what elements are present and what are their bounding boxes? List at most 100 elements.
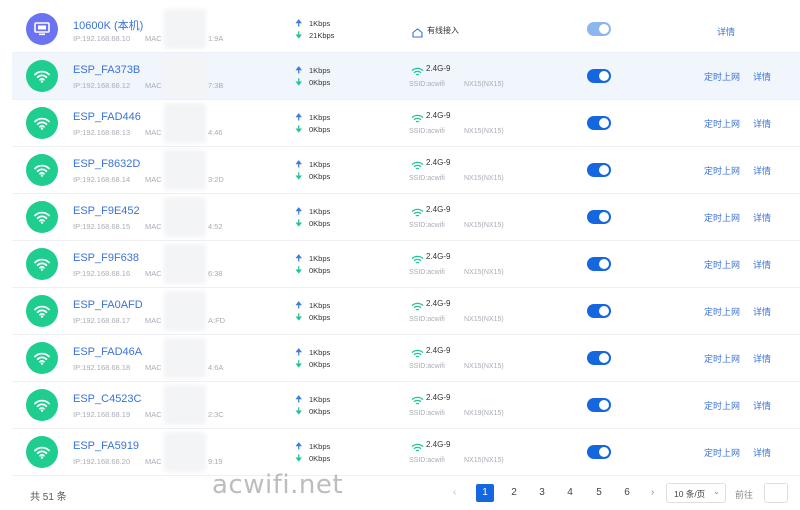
detail-link[interactable]: 详情 <box>753 70 771 83</box>
network-access-toggle[interactable] <box>587 304 611 318</box>
device-name[interactable]: ESP_F9F638 <box>73 252 139 264</box>
download-speed: 21Kbps <box>309 31 335 40</box>
chevron-down-icon: ⌄ <box>713 487 720 496</box>
device-ip: IP:192.168.68.18 <box>73 363 131 372</box>
device-name[interactable]: ESP_FA373B <box>73 64 140 76</box>
wifi-band: 2.4G-9 <box>426 299 451 308</box>
detail-link[interactable]: 详情 <box>753 352 771 365</box>
next-page-button[interactable]: › <box>651 487 654 498</box>
detail-link[interactable]: 详情 <box>753 164 771 177</box>
arrow-down-icon: 🠋 <box>295 124 303 134</box>
device-name[interactable]: ESP_F9E452 <box>73 205 140 217</box>
mac-redaction <box>164 103 206 143</box>
upload-speed: 1Kbps <box>309 442 331 451</box>
device-name[interactable]: ESP_FA0AFD <box>73 299 143 311</box>
device-row: ESP_F9F638 IP:192.168.68.16 MAC 6:38 🠉 1Kbps 🠋… <box>12 241 800 288</box>
device-ip: IP:192.168.68.17 <box>73 316 131 325</box>
detail-link[interactable]: 详情 <box>753 305 771 318</box>
schedule-link[interactable]: 定时上网 <box>704 446 740 459</box>
mac-suffix: 9:19 <box>208 457 223 466</box>
page-6-button[interactable]: 6 <box>618 484 636 502</box>
wifi-band: 2.4G-9 <box>426 111 451 120</box>
toggle-knob <box>599 165 609 175</box>
device-row: ESP_FAD446 IP:192.168.68.13 MAC 4:46 🠉 1Kbps 🠋… <box>12 100 800 147</box>
arrow-down-icon: 🠋 <box>295 312 303 322</box>
toggle-knob <box>599 24 609 34</box>
detail-link[interactable]: 详情 <box>753 399 771 412</box>
device-name[interactable]: ESP_FAD46A <box>73 346 142 358</box>
device-name[interactable]: ESP_F8632D <box>73 158 140 170</box>
detail-link[interactable]: 详情 <box>753 258 771 271</box>
mac-suffix: A:FD <box>208 316 226 325</box>
schedule-link[interactable]: 定时上网 <box>704 305 740 318</box>
mac-redaction <box>164 9 206 49</box>
network-access-toggle[interactable] <box>587 22 611 36</box>
toggle-knob <box>599 353 609 363</box>
mac-suffix: 7:3B <box>208 81 224 90</box>
network-access-toggle[interactable] <box>587 210 611 224</box>
upload-speed: 1Kbps <box>309 66 331 75</box>
network-access-toggle[interactable] <box>587 163 611 177</box>
wifi-signal-icon <box>411 205 424 223</box>
device-ip: IP:192.168.68.10 <box>73 34 131 43</box>
download-speed: 0Kbps <box>309 360 331 369</box>
mac-suffix: 4:6A <box>208 363 224 372</box>
upload-speed: 1Kbps <box>309 348 331 357</box>
page-4-button[interactable]: 4 <box>561 484 579 502</box>
schedule-link[interactable]: 定时上网 <box>704 164 740 177</box>
arrow-up-icon: 🠉 <box>295 65 303 75</box>
ap-model: NX15(NX15) <box>464 81 504 88</box>
device-name[interactable]: ESP_C4523C <box>73 393 142 405</box>
page-3-button[interactable]: 3 <box>533 484 551 502</box>
schedule-link[interactable]: 定时上网 <box>704 70 740 83</box>
arrow-up-icon: 🠉 <box>295 347 303 357</box>
schedule-link[interactable]: 定时上网 <box>704 352 740 365</box>
schedule-link[interactable]: 定时上网 <box>704 399 740 412</box>
detail-link[interactable]: 详情 <box>717 25 735 38</box>
ap-model: NX19(NX15) <box>464 410 504 417</box>
mac-label: MAC <box>145 175 162 184</box>
schedule-link[interactable]: 定时上网 <box>704 211 740 224</box>
ssid: SSID:acwifi <box>409 175 445 182</box>
network-access-toggle[interactable] <box>587 445 611 459</box>
download-speed: 0Kbps <box>309 125 331 134</box>
mac-redaction <box>164 150 206 190</box>
wifi-band: 2.4G-9 <box>426 158 451 167</box>
mac-suffix: 1:9A <box>208 34 224 43</box>
network-access-toggle[interactable] <box>587 351 611 365</box>
wifi-signal-icon <box>411 299 424 317</box>
device-name[interactable]: ESP_FAD446 <box>73 111 141 123</box>
detail-link[interactable]: 详情 <box>753 446 771 459</box>
device-row: ESP_C4523C IP:192.168.68.19 MAC 2:3C 🠉 1Kbps 🠋… <box>12 382 800 429</box>
arrow-down-icon: 🠋 <box>295 406 303 416</box>
network-access-toggle[interactable] <box>587 116 611 130</box>
arrow-down-icon: 🠋 <box>295 218 303 228</box>
network-access-toggle[interactable] <box>587 257 611 271</box>
page-5-button[interactable]: 5 <box>590 484 608 502</box>
page-size-select[interactable]: 10 条/页 ⌄ <box>666 483 726 503</box>
detail-link[interactable]: 详情 <box>753 117 771 130</box>
network-access-toggle[interactable] <box>587 69 611 83</box>
prev-page-button[interactable]: ‹ <box>453 487 456 498</box>
wifi-signal-icon <box>411 393 424 411</box>
ssid: SSID:acwifi <box>409 269 445 276</box>
mac-redaction <box>164 385 206 425</box>
toggle-knob <box>599 118 609 128</box>
mac-label: MAC <box>145 222 162 231</box>
schedule-link[interactable]: 定时上网 <box>704 117 740 130</box>
mac-label: MAC <box>145 316 162 325</box>
device-name[interactable]: 10600K (本机) <box>73 17 143 33</box>
page-2-button[interactable]: 2 <box>505 484 523 502</box>
detail-link[interactable]: 详情 <box>753 211 771 224</box>
arrow-up-icon: 🠉 <box>295 18 303 28</box>
mac-suffix: 4:52 <box>208 222 223 231</box>
page-1-button[interactable]: 1 <box>476 484 494 502</box>
device-name[interactable]: ESP_FA5919 <box>73 440 139 452</box>
network-access-toggle[interactable] <box>587 398 611 412</box>
schedule-link[interactable]: 定时上网 <box>704 258 740 271</box>
mac-redaction <box>164 56 206 96</box>
upload-speed: 1Kbps <box>309 254 331 263</box>
ssid: SSID:acwifi <box>409 316 445 323</box>
mac-label: MAC <box>145 363 162 372</box>
goto-page-input[interactable] <box>764 483 788 503</box>
